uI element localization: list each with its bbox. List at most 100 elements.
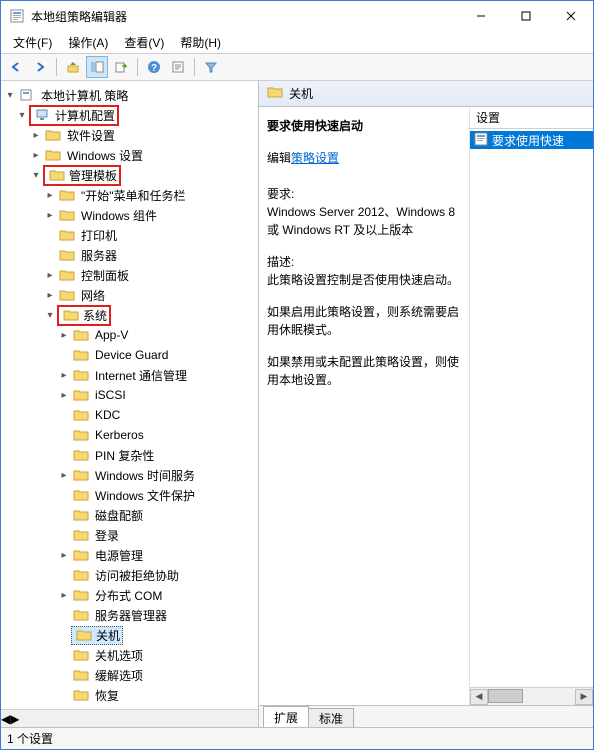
- tree-admin-templates[interactable]: ▾ 管理模板: [1, 165, 258, 185]
- tree-network[interactable]: ▸ 网络: [1, 285, 258, 305]
- list-column-header[interactable]: 设置: [470, 107, 593, 129]
- tree-login[interactable]: ▸登录: [1, 525, 258, 545]
- menu-action[interactable]: 操作(A): [60, 32, 116, 53]
- chevron-right-icon[interactable]: ▸: [43, 288, 57, 302]
- menu-help[interactable]: 帮助(H): [172, 32, 229, 53]
- edit-policy-link[interactable]: 策略设置: [291, 151, 339, 165]
- chevron-right-icon[interactable]: ▸: [43, 188, 57, 202]
- tab-standard[interactable]: 标准: [308, 708, 354, 727]
- chevron-right-icon[interactable]: ▸: [57, 368, 71, 382]
- tree-control-panel[interactable]: ▸ 控制面板: [1, 265, 258, 285]
- tree-disk-quota[interactable]: ▸磁盘配额: [1, 505, 258, 525]
- folder-icon: [73, 507, 89, 523]
- tree-windows-components[interactable]: ▸ Windows 组件: [1, 205, 258, 225]
- chevron-right-icon[interactable]: ▸: [43, 208, 57, 222]
- minimize-button[interactable]: [458, 1, 503, 31]
- description-text: 此策略设置控制是否使用快速启动。: [267, 271, 461, 289]
- description-para3: 如果禁用或未配置此策略设置，则使用本地设置。: [267, 353, 461, 389]
- chevron-down-icon[interactable]: ▾: [43, 308, 57, 322]
- chevron-right-icon[interactable]: ▸: [29, 148, 43, 162]
- tab-extended[interactable]: 扩展: [263, 706, 309, 727]
- scroll-right-icon[interactable]: ▶: [575, 689, 593, 705]
- tree-label: Kerberos: [95, 428, 144, 442]
- folder-icon: [59, 247, 75, 263]
- tree-mitigation[interactable]: ▸缓解选项: [1, 665, 258, 685]
- scroll-right-icon[interactable]: ▶: [10, 712, 19, 726]
- tree-internet-mgmt[interactable]: ▸ Internet 通信管理: [1, 365, 258, 385]
- chevron-right-icon[interactable]: ▸: [57, 328, 71, 342]
- filter-button[interactable]: [200, 56, 222, 78]
- tree-label: 打印机: [81, 227, 117, 244]
- list-item[interactable]: 要求使用快速: [470, 131, 593, 149]
- folder-icon: [59, 287, 75, 303]
- chevron-right-icon[interactable]: ▸: [57, 588, 71, 602]
- folder-icon: [73, 667, 89, 683]
- tree-servers[interactable]: ▸ 服务器: [1, 245, 258, 265]
- tree-recovery[interactable]: ▸恢复: [1, 685, 258, 705]
- folder-icon: [59, 227, 75, 243]
- tree-file-protection[interactable]: ▸Windows 文件保护: [1, 485, 258, 505]
- description-para2: 如果启用此策略设置，则系统需要启用休眠模式。: [267, 303, 461, 339]
- tree-server-mgr[interactable]: ▸服务器管理器: [1, 605, 258, 625]
- tree-time-service[interactable]: ▸ Windows 时间服务: [1, 465, 258, 485]
- tree-pin[interactable]: ▸PIN 复杂性: [1, 445, 258, 465]
- menu-file[interactable]: 文件(F): [5, 32, 60, 53]
- chevron-right-icon[interactable]: ▸: [43, 268, 57, 282]
- tree-shutdown[interactable]: ▸ 关机: [1, 625, 258, 645]
- window-title: 本地组策略编辑器: [31, 8, 458, 25]
- tree-label: 缓解选项: [95, 667, 143, 684]
- tree-appv[interactable]: ▸App-V: [1, 325, 258, 345]
- chevron-right-icon[interactable]: ▸: [29, 128, 43, 142]
- tree-computer-config[interactable]: ▾ 计算机配置: [1, 105, 258, 125]
- policy-tree: ▾ 本地计算机 策略 ▾ 计算机配置 ▸ 软件设置 ▸: [1, 83, 258, 709]
- edit-prefix: 编辑: [267, 151, 291, 165]
- tree-label: 软件设置: [67, 127, 115, 144]
- folder-icon: [76, 627, 92, 643]
- tree-label: Windows 设置: [67, 147, 143, 164]
- chevron-right-icon[interactable]: ▸: [57, 548, 71, 562]
- tree-hscrollbar[interactable]: ◀ ▶: [1, 709, 258, 727]
- chevron-down-icon[interactable]: ▾: [3, 88, 17, 102]
- tree-kerberos[interactable]: ▸Kerberos: [1, 425, 258, 445]
- tree-power-mgmt[interactable]: ▸电源管理: [1, 545, 258, 565]
- tree-device-guard[interactable]: ▸Device Guard: [1, 345, 258, 365]
- tree-shutdown-options[interactable]: ▸关机选项: [1, 645, 258, 665]
- tree-windows-settings[interactable]: ▸ Windows 设置: [1, 145, 258, 165]
- tree-printers[interactable]: ▸ 打印机: [1, 225, 258, 245]
- chevron-right-icon[interactable]: ▸: [57, 468, 71, 482]
- show-hide-tree-button[interactable]: [86, 56, 108, 78]
- tree-pane[interactable]: ▾ 本地计算机 策略 ▾ 计算机配置 ▸ 软件设置 ▸: [1, 81, 259, 727]
- list-hscrollbar[interactable]: ◀ ▶: [470, 687, 593, 705]
- tree-label: Windows 时间服务: [95, 467, 195, 484]
- properties-button[interactable]: [167, 56, 189, 78]
- tree-system[interactable]: ▾ 系统: [1, 305, 258, 325]
- tree-software-settings[interactable]: ▸ 软件设置: [1, 125, 258, 145]
- tree-label: Internet 通信管理: [95, 367, 187, 384]
- tree-label: Windows 组件: [81, 207, 157, 224]
- tree-iscsi[interactable]: ▸iSCSI: [1, 385, 258, 405]
- folder-icon: [73, 547, 89, 563]
- chevron-down-icon[interactable]: ▾: [15, 108, 29, 122]
- folder-icon: [45, 127, 61, 143]
- export-button[interactable]: [110, 56, 132, 78]
- tree-access-denied[interactable]: ▸访问被拒绝协助: [1, 565, 258, 585]
- chevron-down-icon[interactable]: ▾: [29, 168, 43, 182]
- back-button[interactable]: [5, 56, 27, 78]
- tree-label: PIN 复杂性: [95, 447, 154, 464]
- forward-button[interactable]: [29, 56, 51, 78]
- tree-dcom[interactable]: ▸分布式 COM: [1, 585, 258, 605]
- maximize-button[interactable]: [503, 1, 548, 31]
- tree-start-taskbar[interactable]: ▸ "开始"菜单和任务栏: [1, 185, 258, 205]
- chevron-right-icon[interactable]: ▸: [57, 388, 71, 402]
- close-button[interactable]: [548, 1, 593, 31]
- requirements-text: Windows Server 2012、Windows 8 或 Windows …: [267, 203, 461, 239]
- scroll-left-icon[interactable]: ◀: [470, 689, 488, 705]
- tree-label: 登录: [95, 527, 119, 544]
- scroll-left-icon[interactable]: ◀: [1, 712, 10, 726]
- menu-view[interactable]: 查看(V): [116, 32, 172, 53]
- up-button[interactable]: [62, 56, 84, 78]
- help-button[interactable]: ?: [143, 56, 165, 78]
- tree-kdc[interactable]: ▸KDC: [1, 405, 258, 425]
- tree-root[interactable]: ▾ 本地计算机 策略: [1, 85, 258, 105]
- folder-icon: [73, 447, 89, 463]
